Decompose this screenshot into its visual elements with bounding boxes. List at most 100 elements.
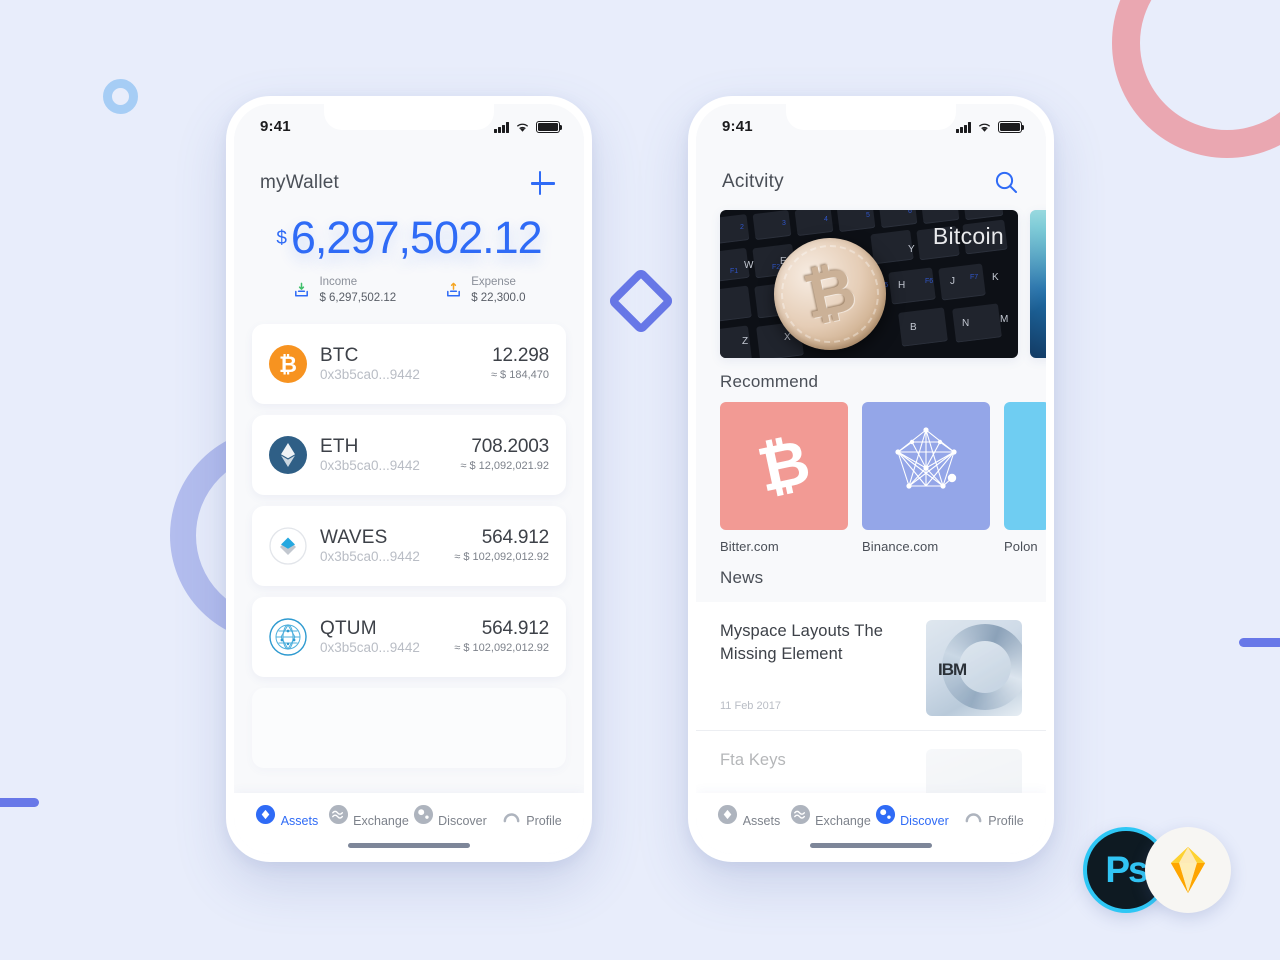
tab-profile[interactable]: Profile: [953, 804, 1035, 830]
diamond-icon: [717, 804, 742, 829]
status-time: 9:41: [722, 117, 753, 135]
battery-icon: [998, 121, 1025, 133]
tab-label: Exchange: [353, 814, 409, 828]
coin-symbol: WAVES: [320, 526, 388, 548]
currency-symbol: $: [276, 228, 287, 249]
tab-exchange[interactable]: Exchange: [790, 804, 872, 830]
search-icon[interactable]: [992, 168, 1020, 196]
status-bar: 9:41: [696, 104, 1046, 148]
tab-discover[interactable]: Discover: [871, 804, 953, 830]
income-label: Income: [319, 276, 358, 289]
coin-address: 0x3b5ca0...9442: [320, 548, 420, 564]
teal-abstract-image: [1030, 210, 1046, 358]
svg-text:₿: ₿: [279, 352, 297, 377]
cellular-signal-icon: [494, 122, 509, 133]
coin-address: 0x3b5ca0...9442: [320, 639, 420, 655]
recommend-tile: [862, 402, 990, 530]
coin-address: 0x3b5ca0...9442: [320, 457, 420, 473]
list-item[interactable]: Fta Keys: [696, 731, 1046, 793]
decor-diamond: [607, 267, 675, 335]
news-thumbnail: [926, 749, 1022, 793]
news-list: Myspace Layouts The Missing Element 11 F…: [696, 602, 1046, 793]
coin-fiat-value: ≈ $ 184,470: [490, 368, 549, 381]
tab-exchange[interactable]: Exchange: [328, 804, 410, 830]
tab-label: Exchange: [815, 814, 871, 828]
notch: [786, 104, 956, 130]
banner-card[interactable]: [1030, 210, 1046, 358]
home-bar-area: [234, 834, 584, 854]
decor-bar-left: [0, 798, 39, 807]
coin-symbol: QTUM: [320, 617, 377, 639]
recommend-label: Polon: [1004, 539, 1038, 554]
news-date: 11 Feb 2017: [720, 699, 781, 712]
waves-icon: [790, 804, 815, 829]
waves-icon: [269, 527, 307, 565]
recommend-list: ₿ Bitter.com Binance.com Polon: [696, 402, 1046, 554]
wifi-icon: [977, 122, 992, 133]
coin-fiat-value: ≈ $ 102,092,012.92: [454, 550, 549, 563]
tab-assets[interactable]: Assets: [246, 804, 328, 830]
expense-icon: [444, 281, 463, 300]
tab-bar: Assets Exchange Discover Profile: [234, 793, 584, 834]
page-title: myWallet: [260, 172, 340, 193]
notch: [324, 104, 494, 130]
coin-quantity: 12.298: [492, 345, 549, 367]
list-item[interactable]: ₿ Bitter.com: [720, 402, 848, 554]
add-wallet-button[interactable]: [528, 168, 558, 198]
ethereum-icon: [269, 436, 307, 475]
decor-bar-right: [1239, 638, 1280, 647]
wifi-icon: [515, 122, 530, 133]
coin-fiat-value: ≈ $ 102,092,012.92: [454, 641, 549, 654]
total-balance: 6,297,502.12: [290, 212, 543, 263]
news-thumbnail: IBM: [926, 620, 1022, 716]
table-row[interactable]: QTUM 0x3b5ca0...9442 564.912 ≈ $ 102,092…: [252, 597, 566, 678]
list-item[interactable]: Polon: [1004, 402, 1046, 554]
status-icons: [956, 119, 1025, 133]
home-indicator[interactable]: [810, 843, 932, 848]
screen-discover: 9:41 Acitvity W Y H J K B N M Z X F1 F2 …: [696, 104, 1046, 854]
banner-label: Bitcoin: [932, 223, 1004, 249]
tab-profile[interactable]: Profile: [491, 804, 573, 830]
app-header: myWallet: [234, 148, 584, 204]
tab-label: Assets: [280, 814, 319, 828]
coin-symbol: BTC: [320, 344, 359, 366]
status-icons: [494, 119, 563, 133]
status-bar: 9:41: [234, 104, 584, 148]
coin-quantity: 708.2003: [471, 436, 549, 458]
banner-carousel[interactable]: W E Y H J K B N M Z X F1 F2 F5 F: [696, 202, 1046, 358]
coin-quantity: 564.912: [481, 618, 549, 640]
income-value: $ 6,297,502.12: [319, 291, 397, 304]
screen-assets: 9:41 myWallet $ 6,297,502.12 Income $ 6,…: [234, 104, 584, 854]
table-row[interactable]: ₿ BTC 0x3b5ca0...9442 12.298 ≈ $ 184,470: [252, 324, 566, 405]
battery-icon: [536, 121, 563, 133]
tab-discover[interactable]: Discover: [409, 804, 491, 830]
expense-item: Expense $ 22,300.0: [444, 275, 526, 306]
coin-fiat-value: ≈ $ 12,092,021.92: [460, 459, 549, 472]
table-row[interactable]: ETH 0x3b5ca0...9442 708.2003 ≈ $ 12,092,…: [252, 415, 566, 496]
table-row[interactable]: WAVES 0x3b5ca0...9442 564.912 ≈ $ 102,09…: [252, 506, 566, 587]
home-indicator[interactable]: [348, 843, 470, 848]
coin-symbol: ETH: [320, 435, 359, 457]
tab-bar: Assets Exchange Discover Profile: [696, 793, 1046, 834]
tab-assets[interactable]: Assets: [708, 804, 790, 830]
page-title: Acitvity: [722, 171, 784, 192]
ibm-logo: IBM: [938, 660, 967, 679]
recommend-tile: [1004, 402, 1046, 530]
news-title: Myspace Layouts The Missing Element: [720, 622, 884, 663]
person-icon: [963, 812, 988, 829]
tab-label: Assets: [742, 814, 781, 828]
banner-card[interactable]: W E Y H J K B N M Z X F1 F2 F5 F: [720, 210, 1018, 358]
discover-content: W E Y H J K B N M Z X F1 F2 F5 F: [696, 202, 1046, 793]
expense-value: $ 22,300.0: [471, 291, 526, 304]
compass-icon: [413, 804, 438, 829]
list-item[interactable]: Myspace Layouts The Missing Element 11 F…: [696, 602, 1046, 731]
expense-label: Expense: [471, 276, 516, 289]
table-row-partial[interactable]: [252, 688, 566, 769]
person-icon: [501, 812, 526, 829]
diamond-icon: [255, 804, 280, 829]
decor-pink-ring: [1112, 0, 1280, 158]
bitcoin-icon: ₿: [269, 345, 307, 384]
recommend-tile: ₿: [720, 402, 848, 530]
list-item[interactable]: Binance.com: [862, 402, 990, 554]
section-title-recommend: Recommend: [720, 372, 819, 391]
